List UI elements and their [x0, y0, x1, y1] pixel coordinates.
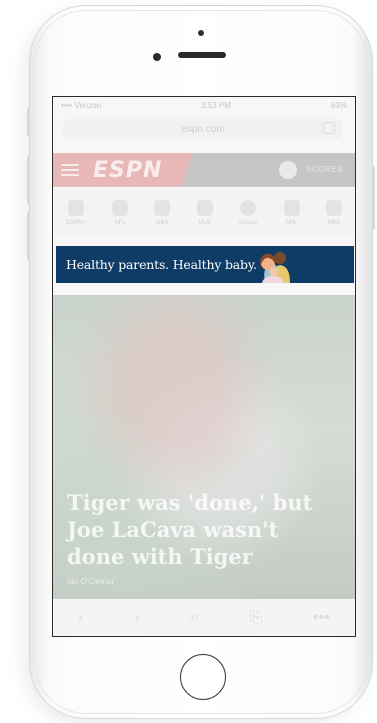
volume-down-button: [27, 212, 30, 260]
home-button[interactable]: [180, 654, 226, 700]
power-button: [372, 166, 375, 230]
dim-overlay: [53, 97, 355, 636]
parents-baby-illustration-icon: [260, 252, 290, 283]
front-camera-icon: [153, 53, 161, 61]
ad-banner[interactable]: Healthy parents. Healthy baby.: [56, 246, 354, 283]
mute-switch: [27, 108, 30, 136]
proximity-sensor: [198, 30, 204, 36]
phone-screen: •••• Verizon 3:53 PM 63% espn.com ESPN S…: [52, 96, 356, 637]
volume-up-button: [27, 156, 30, 204]
ad-banner-text: Healthy parents. Healthy baby.: [66, 257, 257, 272]
earpiece-speaker: [178, 52, 226, 58]
